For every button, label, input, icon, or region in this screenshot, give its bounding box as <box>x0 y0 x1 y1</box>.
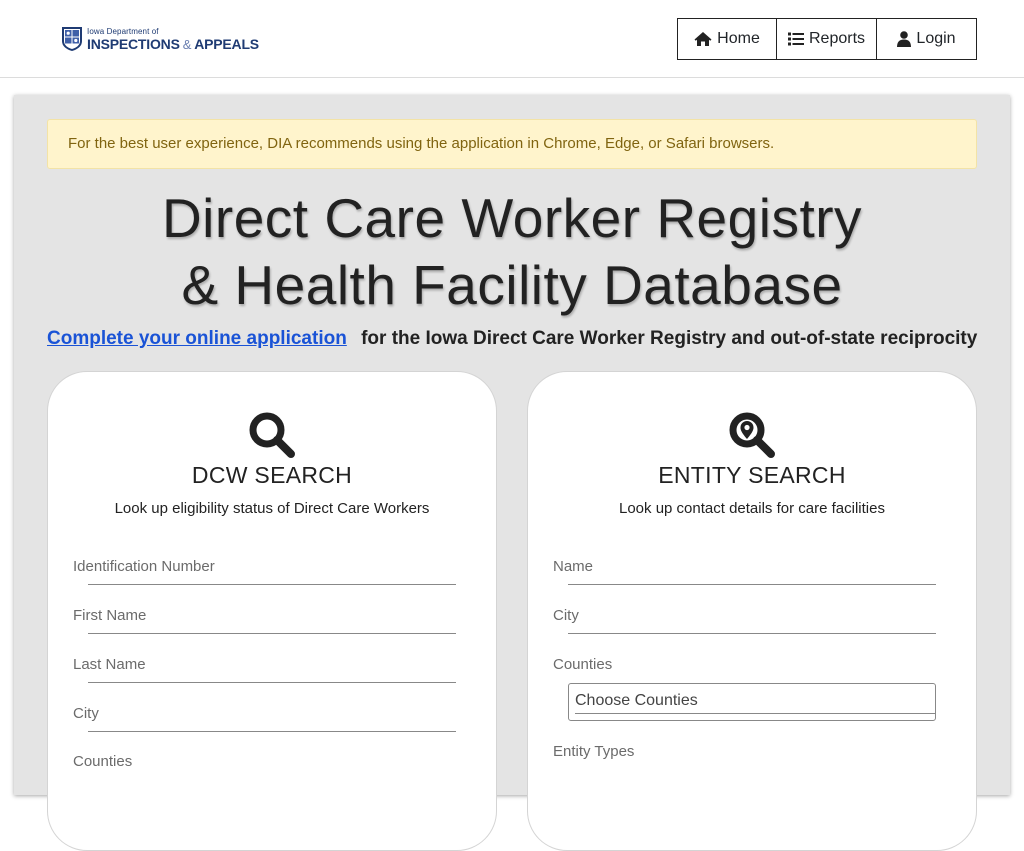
logo-small-text: Iowa Department of <box>87 26 159 36</box>
dcw-first-name-underline <box>88 633 456 634</box>
dcw-counties-label: Counties <box>73 753 133 770</box>
entity-counties-placeholder: Choose Counties <box>575 692 698 709</box>
login-label: Login <box>916 30 956 47</box>
search-icon <box>249 412 295 458</box>
page-title-line2: & Health Facility Database <box>181 254 843 316</box>
entity-city-underline <box>568 633 936 634</box>
page-title: Direct Care Worker Registry & Health Fac… <box>14 185 1010 319</box>
dcw-search-subtitle: Look up eligibility status of Direct Car… <box>114 500 430 517</box>
map-marker-search-icon <box>729 412 775 458</box>
entity-counties-label: Counties <box>553 656 613 673</box>
iowa-seal-icon <box>62 27 82 51</box>
application-description: for the Iowa Direct Care Worker Registry… <box>361 328 978 349</box>
user-icon <box>897 31 912 47</box>
browser-alert: For the best user experience, DIA recomm… <box>47 119 977 169</box>
entity-city-input[interactable] <box>568 606 940 630</box>
main-panel: For the best user experience, DIA recomm… <box>14 95 1010 851</box>
dcw-city-input[interactable] <box>88 704 460 728</box>
logo-amp: & <box>182 36 192 52</box>
application-line: Complete your online application for the… <box>47 328 997 350</box>
dcw-id-input[interactable] <box>88 557 460 581</box>
reports-label: Reports <box>808 30 866 47</box>
top-navbar: Iowa Department of INSPECTIONS & APPEALS H… <box>0 0 1024 78</box>
home-icon <box>694 32 712 46</box>
entity-search-subtitle: Look up contact details for care facilit… <box>619 500 885 517</box>
dcw-last-name-underline <box>88 682 456 683</box>
entity-search-title: ENTITY SEARCH <box>658 462 846 488</box>
logo-main-right: APPEALS <box>194 35 259 52</box>
dcw-last-name-input[interactable] <box>88 655 460 679</box>
entity-counties-select[interactable]: Choose Counties <box>568 683 936 721</box>
login-button[interactable]: Login <box>876 18 977 60</box>
logo-main-left: INSPECTIONS <box>87 35 180 52</box>
list-icon <box>787 32 804 46</box>
dcw-city-underline <box>88 731 456 732</box>
dia-logo[interactable]: Iowa Department of INSPECTIONS & APPEALS <box>61 25 259 53</box>
dcw-first-name-input[interactable] <box>88 606 460 630</box>
entity-name-input[interactable] <box>568 557 940 581</box>
dcw-search-card: DCW SEARCH Look up eligibility status of… <box>47 371 497 851</box>
entity-name-underline <box>568 584 936 585</box>
entity-search-card: ENTITY SEARCH Look up contact details fo… <box>527 371 977 851</box>
main-nav: Home Reports Login <box>677 18 977 60</box>
page-title-line1: Direct Care Worker Registry <box>161 187 863 249</box>
online-application-link[interactable]: Complete your online application <box>47 328 347 349</box>
dcw-id-underline <box>88 584 456 585</box>
home-label: Home <box>717 30 760 47</box>
dcw-search-title: DCW SEARCH <box>191 462 353 488</box>
home-button[interactable]: Home <box>677 18 777 60</box>
entity-types-label: Entity Types <box>553 743 635 760</box>
reports-button[interactable]: Reports <box>776 18 877 60</box>
